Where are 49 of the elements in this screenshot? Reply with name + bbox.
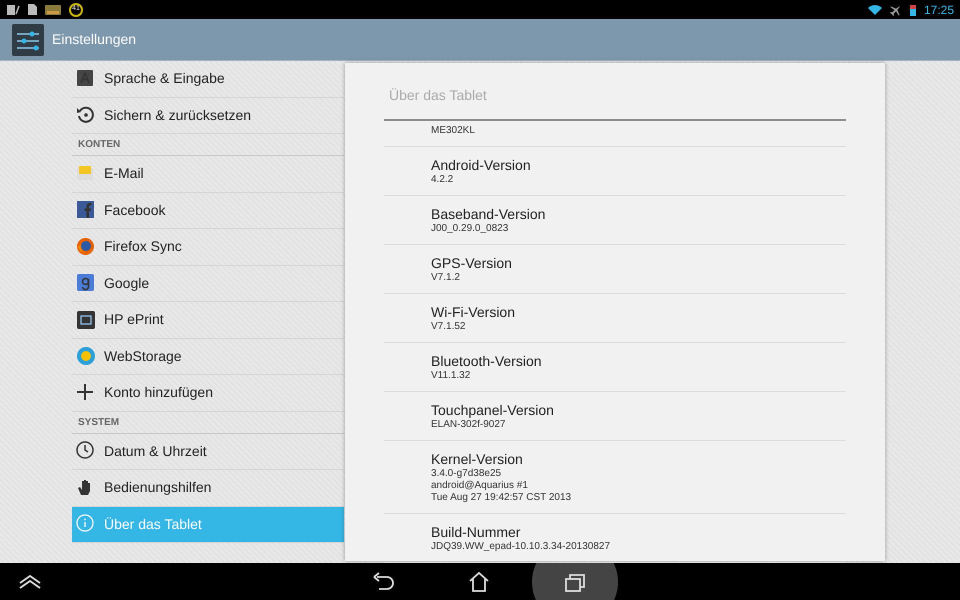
card-icon <box>45 4 61 14</box>
battery-icon <box>910 4 916 16</box>
setting-value: V11.1.32 <box>431 370 472 382</box>
settings-list-item[interactable]: Sichern & zurücksetzen <box>72 98 344 134</box>
settings-list-item[interactable]: Datum & Uhrzeit <box>72 434 344 470</box>
setting-title: Baseband-Version <box>431 206 546 223</box>
app-title: Einstellungen <box>52 30 136 49</box>
section-header: SYSTEM <box>72 412 344 434</box>
settings-list-item[interactable]: E-Mail <box>72 156 344 192</box>
setting-title: GPS-Version <box>431 255 513 272</box>
settings-icon <box>12 24 44 56</box>
setting-title: Build-Nummer <box>431 524 522 541</box>
setting-value: J00_0.29.0_0823 <box>431 223 510 235</box>
setting-title: Android-Version <box>431 157 532 174</box>
setting-value: JDQ39.WW_epad-10.10.3.34-20130827 <box>431 541 612 553</box>
info-icon <box>76 514 96 534</box>
section-header: KONTEN <box>72 134 344 156</box>
clock-icon <box>76 441 96 462</box>
plus-icon <box>76 382 96 403</box>
sim-card-icon <box>6 4 20 16</box>
setting-value: 3.4.0-g7d38e25 android@Aquarius #1 Tue Aug 27 19:42:57 CST 2013 <box>431 468 572 504</box>
settings-list-item[interactable]: WebStorage <box>72 338 344 375</box>
facebook-icon <box>76 200 96 220</box>
google-icon <box>76 273 96 294</box>
setting-title: Bluetooth-Version <box>431 353 543 370</box>
airplane-icon <box>890 4 902 16</box>
file-icon <box>28 4 37 15</box>
setting-title: Wi-Fi-Version <box>431 304 516 321</box>
cloud-icon <box>76 346 96 366</box>
status-time: 17:25 <box>924 2 954 18</box>
settings-list-item[interactable]: Konto hinzufügen <box>72 375 344 412</box>
panel-title: Über das Tablet <box>388 86 488 105</box>
settings-list-item[interactable]: Facebook <box>72 192 344 229</box>
setting-value: ME302KL <box>431 125 476 137</box>
wifi-icon <box>868 4 882 15</box>
setting-value: ELAN-302f-9027 <box>431 419 506 431</box>
firefox-icon <box>76 236 96 257</box>
settings-list-item[interactable]: Sprache & Eingabe <box>72 61 344 98</box>
setting-title: Kernel-Version <box>431 451 524 468</box>
setting-value: V7.1.52 <box>431 321 466 333</box>
printer-icon <box>76 310 96 330</box>
language-icon <box>76 68 96 89</box>
settings-list-item[interactable]: Firefox Sync <box>72 229 344 266</box>
settings-list-item[interactable]: Google <box>72 266 344 302</box>
setting-title: Touchpanel-Version <box>431 402 555 419</box>
setting-value: 4.2.2 <box>431 174 454 186</box>
settings-list-item[interactable]: HP ePrint <box>72 302 344 338</box>
setting-value: V7.1.2 <box>431 272 461 284</box>
restore-icon <box>76 105 96 126</box>
